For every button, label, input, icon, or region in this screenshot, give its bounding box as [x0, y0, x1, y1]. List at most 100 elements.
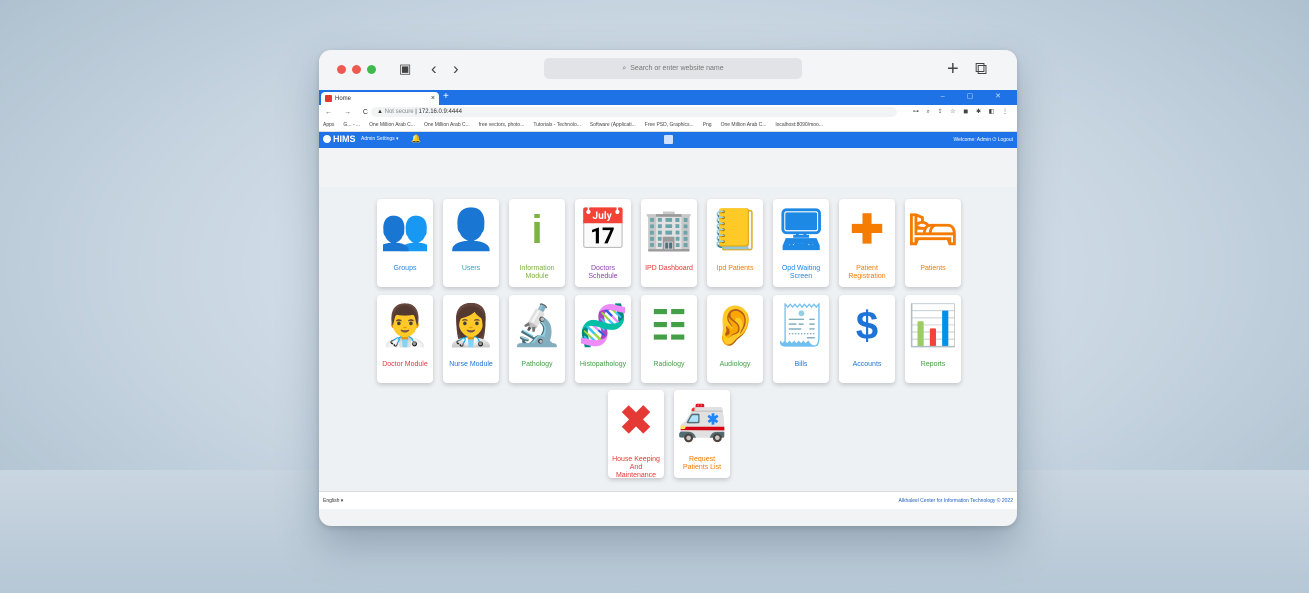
home-grid-icon[interactable]: [664, 135, 673, 144]
bookmark-item[interactable]: Tutorials - Technolo...: [533, 122, 581, 128]
bookmark-item[interactable]: Png: [703, 122, 712, 128]
module-card-information-module[interactable]: i Information Module: [509, 199, 565, 287]
bar-chart-icon: 📊: [908, 304, 958, 348]
module-card-nurse-module[interactable]: 👩‍⚕ Nurse Module: [443, 295, 499, 383]
app-brand[interactable]: HIMS: [323, 134, 356, 144]
chrome-tab-bar: Home × + – ▢ ✕: [319, 90, 1017, 105]
chrome-url-bar: ← → C ⌂ ▲ Not secure | 172.16.0.9:4444 ⊶…: [319, 105, 1017, 119]
dna-icon: 🧬: [578, 304, 628, 348]
invoice-icon: 🧾: [776, 304, 826, 348]
module-card-audiology[interactable]: 👂 Audiology: [707, 295, 763, 383]
bookmark-item[interactable]: localhost:8090/moo...: [775, 122, 823, 128]
module-label: Audiology: [719, 361, 751, 368]
language-selector[interactable]: English ▾: [323, 498, 343, 504]
tab-title: Home: [335, 95, 352, 102]
zoom-window-button[interactable]: [367, 65, 376, 74]
chrome-window-controls[interactable]: – ▢ ✕: [941, 92, 1011, 100]
window-controls: [337, 65, 376, 74]
module-card-patient-registration[interactable]: ✚ Patient Registration: [839, 199, 895, 287]
contact-book-icon: 📒: [710, 208, 760, 252]
address-placeholder: Search or enter website name: [630, 65, 724, 72]
module-card-users[interactable]: 👤 Users: [443, 199, 499, 287]
forward-icon[interactable]: ›: [453, 59, 459, 79]
module-card-radiology[interactable]: ☷ Radiology: [641, 295, 697, 383]
brand-text: HIMS: [333, 134, 356, 144]
module-card-doctor-module[interactable]: 👨‍⚕ Doctor Module: [377, 295, 433, 383]
close-window-button[interactable]: [337, 65, 346, 74]
info-icon: i: [531, 208, 543, 252]
notification-bell-icon[interactable]: 🔔: [411, 134, 421, 143]
favicon-icon: [325, 95, 332, 102]
close-tab-icon[interactable]: ×: [431, 95, 435, 102]
module-card-house-keeping-and-maintenance[interactable]: ✖ House Keeping And Maintenance: [608, 390, 664, 479]
safari-toolbar: ▣ ‹ › ⌕ Search or enter website name + ⧉: [319, 50, 1017, 90]
module-label: Pathology: [521, 361, 553, 368]
module-label: Users: [461, 265, 481, 272]
safari-address-field[interactable]: ⌕ Search or enter website name: [544, 58, 802, 79]
sidebar-toggle-icon[interactable]: ▣: [399, 59, 411, 79]
screen-teacher-icon: 🖥: [775, 208, 827, 252]
tab-home[interactable]: Home ×: [321, 92, 439, 105]
module-label: Doctors Schedule: [588, 265, 618, 280]
welcome-logout[interactable]: Welcome: Admin ⏻ Logout: [954, 137, 1013, 143]
module-label: Groups: [393, 265, 417, 272]
xray-icon: ☷: [651, 304, 687, 348]
bookmarks-bar: Apps G... - ... One Million Arab C... One M…: [319, 119, 1017, 132]
back-icon[interactable]: ‹: [431, 59, 437, 79]
bookmark-item[interactable]: One Million Arab C...: [424, 122, 470, 128]
module-label: Opd Waiting Screen: [781, 265, 821, 280]
url-text: 172.16.0.9:4444: [418, 109, 462, 115]
module-label: Bills: [794, 361, 808, 368]
nurse-icon: 👩‍⚕: [446, 304, 496, 348]
bookmark-item[interactable]: Apps: [323, 122, 334, 128]
admin-settings-menu[interactable]: Admin Settings ▾: [361, 136, 399, 142]
module-label: Histopathology: [579, 361, 627, 368]
extension-icons[interactable]: ⊶ ⌕ ⇪ ☆ ◼ ✱ ◧ ⋮: [913, 108, 1011, 116]
module-label: Nurse Module: [449, 361, 493, 368]
bookmark-item[interactable]: One Million Arab C...: [721, 122, 767, 128]
search-icon: ⌕: [622, 64, 627, 72]
module-card-ipd-dashboard[interactable]: 🏢 IPD Dashboard: [641, 199, 697, 287]
module-card-ipd-patients[interactable]: 📒 Ipd Patients: [707, 199, 763, 287]
module-label: Patient Registration: [848, 265, 886, 280]
bookmark-item[interactable]: G... - ...: [343, 122, 360, 128]
module-label: House Keeping And Maintenance: [612, 456, 660, 479]
hospital-bed-icon: 🛏: [907, 208, 959, 252]
medical-plus-icon: ✚: [850, 208, 884, 252]
money-hand-icon: $: [855, 304, 879, 348]
module-card-reports[interactable]: 📊 Reports: [905, 295, 961, 383]
module-label: Accounts: [852, 361, 882, 368]
bookmark-item[interactable]: free vectors, photo...: [479, 122, 525, 128]
tools-icon: ✖: [619, 399, 653, 443]
module-card-accounts[interactable]: $ Accounts: [839, 295, 895, 383]
module-card-opd-waiting-screen[interactable]: 🖥 Opd Waiting Screen: [773, 199, 829, 287]
users-group-icon: 👥: [380, 208, 430, 252]
bookmark-item[interactable]: Software (Applicati...: [590, 122, 636, 128]
module-card-patients[interactable]: 🛏 Patients: [905, 199, 961, 287]
module-card-doctors-schedule[interactable]: 📅 Doctors Schedule: [575, 199, 631, 287]
app-footer: English ▾ Alkhaleel Center for Informatio…: [319, 491, 1017, 509]
bookmark-item[interactable]: Free PSD, Graphics...: [645, 122, 694, 128]
new-tab-plus-icon[interactable]: +: [947, 59, 959, 79]
module-card-bills[interactable]: 🧾 Bills: [773, 295, 829, 383]
module-label: Information Module: [519, 265, 555, 280]
users-logo-icon: [323, 135, 331, 143]
security-icon: ▲: [377, 109, 385, 115]
module-label: Request Patients List: [682, 456, 722, 471]
module-card-request-patients-list[interactable]: 🚑 Request Patients List: [674, 390, 730, 478]
hospital-building-icon: 🏢: [644, 208, 694, 252]
omnibox[interactable]: ▲ Not secure | 172.16.0.9:4444: [371, 107, 897, 117]
calendar-icon: 📅: [578, 208, 628, 252]
ear-icon: 👂: [710, 304, 760, 348]
module-label: Doctor Module: [382, 361, 428, 368]
bookmark-item[interactable]: One Million Arab C...: [369, 122, 415, 128]
module-card-histopathology[interactable]: 🧬 Histopathology: [575, 295, 631, 383]
user-icon: 👤: [446, 208, 496, 252]
module-card-pathology[interactable]: 🔬 Pathology: [509, 295, 565, 383]
module-label: Radiology: [653, 361, 685, 368]
new-tab-button[interactable]: +: [443, 91, 449, 102]
doctor-icon: 👨‍⚕: [380, 304, 430, 348]
module-card-groups[interactable]: 👥 Groups: [377, 199, 433, 287]
minimize-window-button[interactable]: [352, 65, 361, 74]
tab-overview-icon[interactable]: ⧉: [975, 59, 987, 79]
